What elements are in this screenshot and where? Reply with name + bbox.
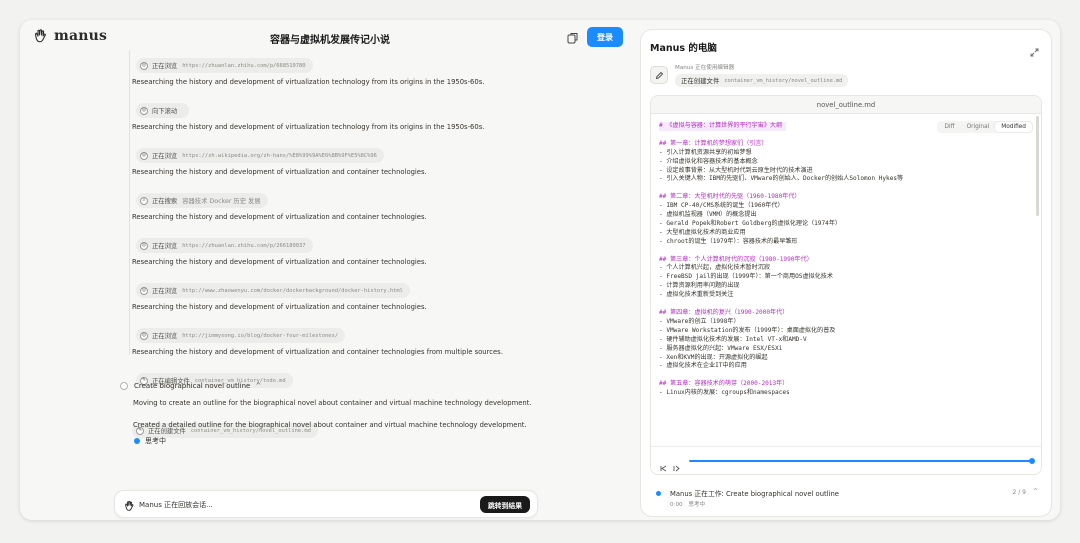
login-button[interactable]: 登录 <box>587 27 623 47</box>
code-line: - 虚拟机监视器（VMM）的概念提出 <box>659 211 757 219</box>
view-tabs: Diff Original Modified <box>937 121 1033 133</box>
code-line: - 引入关键人物：IBM的先驱们、VMware的创始人、Docker的创始人So… <box>659 175 904 183</box>
step-status-circle <box>120 382 128 390</box>
timeline-line <box>129 50 130 355</box>
task-title: Manus 正在工作: Create biographical novel ou… <box>670 490 839 498</box>
panel-title: Manus 的电脑 <box>650 43 717 54</box>
share-icon[interactable] <box>565 31 579 45</box>
code-line: ## 第一章：计算机的梦想家们（引言） <box>659 139 768 147</box>
code-line: - Linux内核的发展：cgroups和namespaces <box>659 389 790 397</box>
activity-feed: ◎ 正在浏览 https://zhuanlan.zhihu.com/p/668510… <box>132 51 562 393</box>
agent-action-chip: 正在创建文件 container_vm_history/novel_outlin… <box>675 74 849 87</box>
code-line: ## 第二章：大型机时代的先驱（1960-1980年代） <box>659 193 801 201</box>
feed-action-chip[interactable]: ⌕ 正在搜索 容器技术 Docker 历史 发展 <box>136 186 562 208</box>
feed-message: Researching the history and development … <box>132 348 503 356</box>
manus-hand-icon <box>123 497 135 516</box>
code-line: - IBM CP-40/CMS系统的诞生（1960年代） <box>659 202 784 210</box>
feed-message: Researching the history and development … <box>132 168 427 176</box>
editor-filename: novel_outline.md <box>651 96 1041 114</box>
code-line: - 引入计算机资源共享的初始梦想 <box>659 148 752 156</box>
task-meta: 0:00 思考中 <box>670 502 706 508</box>
scrollbar[interactable] <box>1036 116 1039 216</box>
feed-message: Researching the history and development … <box>132 303 427 311</box>
feed-message: Researching the history and development … <box>132 78 485 86</box>
editor-icon <box>650 66 668 84</box>
jump-to-result-button[interactable]: 跳转到结果 <box>480 496 530 513</box>
replay-player <box>651 446 1041 474</box>
code-line: - 虚拟化技术重新受到关注 <box>659 291 734 299</box>
task-count: 2 / 9 <box>1012 489 1026 496</box>
tab-diff[interactable]: Diff <box>938 122 960 132</box>
logo[interactable]: manus <box>32 28 107 44</box>
feed-action-chip[interactable]: ✎ 正在编辑文件 container_vm_history/todo.md <box>136 366 562 388</box>
code-line: - 介绍虚拟化和容器技术的基本概念 <box>659 157 758 165</box>
thinking-dot <box>134 438 140 444</box>
step-message-1: Moving to create an outline for the biog… <box>133 399 532 407</box>
feed-action-chip[interactable]: ◎ 正在浏览 http://jimmysong.io/blog/docker-fou… <box>136 321 562 343</box>
globe-icon: ◎ <box>140 331 148 340</box>
code-line: - Gerald Popek和Robert Goldberg的虚拟化理论（197… <box>659 219 842 227</box>
chat-pane: manus 容器与虚拟机发展传记小说 登录 ◎ 正在浏览 https://zhuan… <box>20 20 640 520</box>
code-line: ## 第五章：容器技术的萌芽（2000-2013年） <box>659 380 789 388</box>
feed-action-chip[interactable]: ◎ 正在浏览 https://zh.wikipedia.org/zh-hans/%E… <box>136 141 562 163</box>
code-line: - 计算资源利用率问题的出现 <box>659 282 740 290</box>
replay-bar: Manus 正在回放会话... 跳转到结果 <box>114 490 538 518</box>
play-icon[interactable] <box>673 457 680 474</box>
current-task[interactable]: Manus 正在工作: Create biographical novel ou… <box>650 486 1042 512</box>
code-content: # 《虚拟与容器：计算世界的平行宇宙》大纲 ## 第一章：计算机的梦想家们（引言）… <box>659 122 1027 398</box>
scroll-icon: ◎ <box>140 106 148 115</box>
logo-text: manus <box>54 28 108 44</box>
progress-track[interactable] <box>689 460 1032 462</box>
feed-message: Researching the history and development … <box>132 258 427 266</box>
manus-hand-icon <box>32 28 48 44</box>
replay-status: Manus 正在回放会话... <box>139 501 213 509</box>
progress-knob[interactable] <box>1029 458 1035 464</box>
step-message-2: Created a detailed outline for the biogr… <box>133 421 527 429</box>
search-icon: ⌕ <box>140 196 148 205</box>
globe-icon: ◎ <box>140 151 148 160</box>
task-status-dot <box>656 491 661 496</box>
chat-title: 容器与虚拟机发展传记小说 <box>270 35 390 46</box>
chevron-up-icon[interactable]: ^ <box>1033 488 1038 495</box>
code-line: - VMware的创立（1998年） <box>659 317 740 325</box>
step-title: Create biographical novel outline <box>134 382 251 390</box>
app-window: manus 容器与虚拟机发展传记小说 登录 ◎ 正在浏览 https://zhuan… <box>20 20 1060 520</box>
globe-icon: ◎ <box>140 241 148 250</box>
computer-panel: Manus 的电脑 Manus 正在使用编辑器 正在创建文件 container… <box>640 29 1052 517</box>
thinking-indicator: 思考中 <box>134 436 166 446</box>
globe-icon: ◎ <box>140 61 148 70</box>
agent-status: Manus 正在使用编辑器 <box>675 65 735 71</box>
step-header[interactable]: Create biographical novel outline ^ <box>120 382 261 390</box>
chevron-up-icon[interactable]: ^ <box>255 382 261 390</box>
code-line: - FreeBSD jail的出现（1999年）：第一个商用OS虚拟化技术 <box>659 273 833 281</box>
file-editor: novel_outline.md Diff Original Modified # … <box>650 95 1042 475</box>
code-line: - 大型机虚拟化技术的商业应用 <box>659 228 746 236</box>
code-line: - 服务器虚拟化的兴起：VMware ESX/ESXi <box>659 344 783 352</box>
globe-icon: ◎ <box>140 286 148 295</box>
feed-message: Researching the history and development … <box>132 123 485 131</box>
code-line: - VMware Workstation的发布（1999年）：桌面虚拟化的普及 <box>659 326 836 334</box>
feed-message: Researching the history and development … <box>132 213 427 221</box>
collapse-icon[interactable] <box>1030 42 1039 61</box>
skip-back-icon[interactable] <box>660 457 667 474</box>
code-line: ## 第四章：虚拟机的复兴（1990-2000年代） <box>659 308 789 316</box>
feed-action-chip[interactable]: ◎ 正在浏览 http://www.zhaowenyu.com/docker/doc… <box>136 276 562 298</box>
tab-modified[interactable]: Modified <box>995 122 1032 132</box>
tab-original[interactable]: Original <box>961 122 996 132</box>
code-line: - 虚拟化技术在企业IT中的应用 <box>659 362 747 370</box>
feed-action-chip[interactable]: ◎ 向下滚动 <box>136 96 562 118</box>
feed-action-chip[interactable]: ◎ 正在浏览 https://zhuanlan.zhihu.com/p/668510… <box>136 51 562 73</box>
feed-action-chip[interactable]: ◎ 正在浏览 https://zhuanlan.zhihu.com/p/266180… <box>136 231 562 253</box>
code-line: - 硬件辅助虚拟化技术的发展：Intel VT-x和AMD-V <box>659 335 807 343</box>
code-line: - chroot的诞生（1979年）：容器技术的最早雏形 <box>659 237 798 245</box>
